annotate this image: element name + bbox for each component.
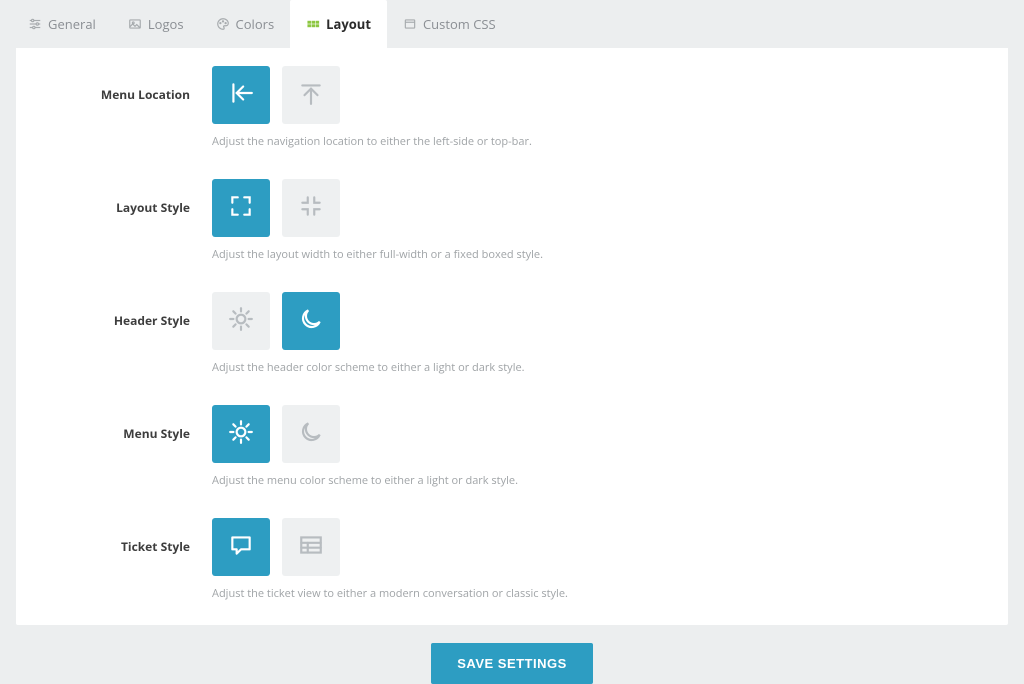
tab-label: General [48, 15, 96, 33]
sun-icon [228, 306, 254, 336]
menu-style-hint: Adjust the menu color scheme to either a… [212, 473, 1008, 488]
menu-style-label: Menu Style [16, 405, 212, 442]
sliders-icon [28, 17, 42, 31]
row-layout-style: Layout Style Adjust the layout width to … [16, 173, 1008, 262]
layout-style-label: Layout Style [16, 179, 212, 216]
ticket-style-classic[interactable] [282, 518, 340, 576]
grid-icon [306, 17, 320, 31]
menu-location-top[interactable] [282, 66, 340, 124]
image-icon [128, 17, 142, 31]
layout-style-choices [212, 179, 1008, 237]
tab-custom-css[interactable]: Custom CSS [387, 0, 512, 48]
row-ticket-style: Ticket Style Adjust the ticket view to e… [16, 512, 1008, 601]
code-icon [403, 17, 417, 31]
menu-location-hint: Adjust the navigation location to either… [212, 134, 1008, 149]
header-style-dark[interactable] [282, 292, 340, 350]
table-icon [298, 532, 324, 562]
layout-style-full[interactable] [212, 179, 270, 237]
ticket-style-conversation[interactable] [212, 518, 270, 576]
header-style-label: Header Style [16, 292, 212, 329]
header-style-hint: Adjust the header color scheme to either… [212, 360, 1008, 375]
layout-style-hint: Adjust the layout width to either full-w… [212, 247, 1008, 262]
header-style-choices [212, 292, 1008, 350]
menu-style-choices [212, 405, 1008, 463]
row-menu-location: Menu Location Adjust the navigation loca… [16, 60, 1008, 149]
moon-icon [298, 419, 324, 449]
menu-style-light[interactable] [212, 405, 270, 463]
ticket-style-label: Ticket Style [16, 518, 212, 555]
expand-icon [228, 193, 254, 223]
ticket-style-choices [212, 518, 1008, 576]
save-button[interactable]: SAVE SETTINGS [431, 643, 593, 684]
sun-icon [228, 419, 254, 449]
tabs-bar: General Logos Colors Layout Custom CSS [0, 0, 1024, 48]
header-style-light[interactable] [212, 292, 270, 350]
tab-label: Custom CSS [423, 15, 496, 33]
layout-style-boxed[interactable] [282, 179, 340, 237]
layout-panel: Menu Location Adjust the navigation loca… [16, 48, 1008, 625]
arrow-left-to-line-icon [228, 80, 254, 110]
ticket-style-hint: Adjust the ticket view to either a moder… [212, 586, 1008, 601]
arrow-up-to-line-icon [298, 80, 324, 110]
tab-logos[interactable]: Logos [112, 0, 200, 48]
menu-style-dark[interactable] [282, 405, 340, 463]
save-bar: SAVE SETTINGS [0, 637, 1024, 684]
tab-general[interactable]: General [12, 0, 112, 48]
menu-location-choices [212, 66, 1008, 124]
collapse-icon [298, 193, 324, 223]
moon-icon [298, 306, 324, 336]
menu-location-label: Menu Location [16, 66, 212, 103]
chat-icon [228, 532, 254, 562]
tab-label: Layout [326, 15, 371, 33]
tab-label: Logos [148, 15, 184, 33]
row-header-style: Header Style Adjust the header color sch… [16, 286, 1008, 375]
menu-location-left[interactable] [212, 66, 270, 124]
row-menu-style: Menu Style Adjust the menu color scheme … [16, 399, 1008, 488]
tab-layout[interactable]: Layout [290, 0, 387, 48]
tab-colors[interactable]: Colors [200, 0, 291, 48]
palette-icon [216, 17, 230, 31]
tab-label: Colors [236, 15, 275, 33]
